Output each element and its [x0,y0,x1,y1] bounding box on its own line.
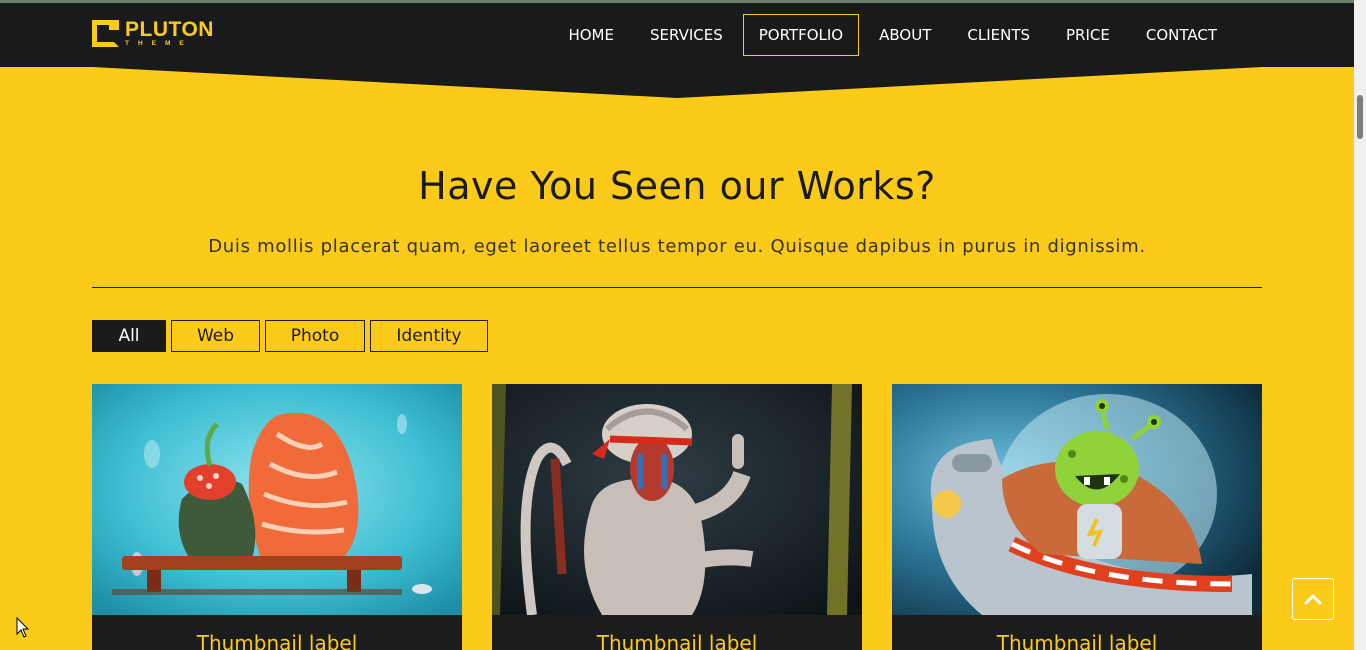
filter-photo[interactable]: Photo [265,320,365,352]
portfolio-card-label: Thumbnail label [996,631,1158,650]
portfolio-card[interactable]: Thumbnail label [92,384,462,650]
portfolio-card[interactable]: Thumbnail label [892,384,1262,650]
back-to-top-button[interactable] [1292,578,1334,620]
portfolio-filters: All Web Photo Identity [92,320,493,352]
filter-all[interactable]: All [92,320,166,352]
section-title: Have You Seen our Works? [418,164,936,208]
mouse-cursor-icon [16,617,30,638]
nav-portfolio[interactable]: PORTFOLIO [742,14,860,56]
header-chevron [92,67,1262,98]
logo-mark-icon [92,19,119,47]
nav-home[interactable]: HOME [552,14,630,56]
nav-about[interactable]: ABOUT [863,14,947,56]
chevron-up-icon [1304,594,1322,605]
navbar: PLUTON THEME HOME SERVICES PORTFOLIO ABO… [0,3,1354,67]
main-nav: HOME SERVICES PORTFOLIO ABOUT CLIENTS PR… [548,14,1233,56]
page-scrollbar[interactable] [1354,0,1366,650]
nav-clients[interactable]: CLIENTS [951,14,1046,56]
portfolio-card-label: Thumbnail label [596,631,758,650]
section-divider [92,287,1262,288]
filter-identity[interactable]: Identity [370,320,488,352]
portfolio-card-label: Thumbnail label [196,631,358,650]
logo-tagline: THEME [125,40,193,47]
scrollbar-thumb[interactable] [1357,95,1363,139]
nav-price[interactable]: PRICE [1050,14,1126,56]
filter-web[interactable]: Web [171,320,260,352]
logo[interactable]: PLUTON THEME [92,19,214,48]
nav-services[interactable]: SERVICES [634,14,739,56]
portfolio-card[interactable]: Thumbnail label [492,384,862,650]
nav-contact[interactable]: CONTACT [1130,14,1233,56]
portfolio-image-alien [892,384,1262,615]
portfolio-image-sushi [92,384,462,615]
portfolio-image-baboon [492,384,862,615]
section-subtitle: Duis mollis placerat quam, eget laoreet … [208,236,1146,257]
logo-name: PLUTON [125,18,214,41]
